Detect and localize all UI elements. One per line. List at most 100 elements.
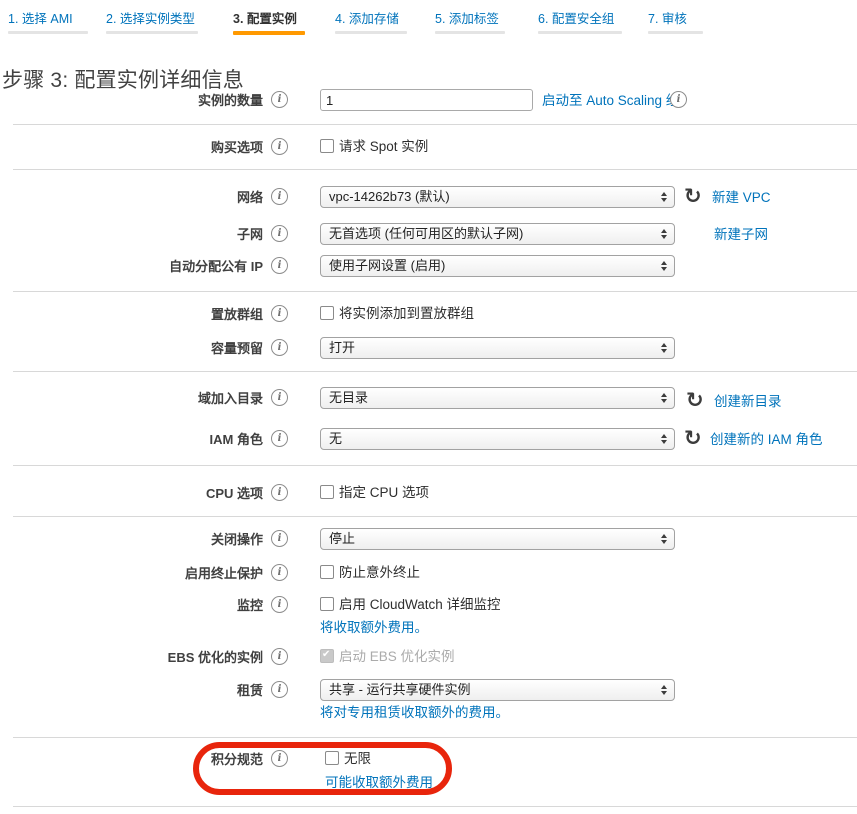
cpu-options-checkbox[interactable] xyxy=(320,485,334,499)
divider xyxy=(13,124,857,125)
cpu-options-checkbox-label[interactable]: 指定 CPU 选项 xyxy=(339,485,429,501)
chevron-updown-icon xyxy=(661,434,667,444)
tab-choose-ami[interactable]: 1. 选择 AMI xyxy=(8,8,88,36)
divider xyxy=(13,465,857,466)
subnet-label: 子网 xyxy=(0,227,263,243)
info-icon[interactable] xyxy=(271,484,288,501)
info-icon[interactable] xyxy=(271,681,288,698)
tab-label: 1. 选择 AMI xyxy=(8,8,88,27)
launch-into-auto-scaling-link[interactable]: 启动至 Auto Scaling 组 xyxy=(542,93,679,109)
info-icon[interactable] xyxy=(271,596,288,613)
shutdown-behavior-select[interactable]: 停止 xyxy=(320,528,675,550)
tab-underline xyxy=(648,31,703,34)
shutdown-behavior-select-value: 停止 xyxy=(329,531,355,546)
chevron-updown-icon xyxy=(661,229,667,239)
auto-assign-ip-select[interactable]: 使用子网设置 (启用) xyxy=(320,255,675,277)
info-icon[interactable] xyxy=(271,648,288,665)
info-icon[interactable] xyxy=(271,91,288,108)
info-icon[interactable] xyxy=(271,188,288,205)
purchase-option-label: 购买选项 xyxy=(0,140,263,156)
info-icon[interactable] xyxy=(271,138,288,155)
tab-add-storage[interactable]: 4. 添加存储 xyxy=(335,8,407,36)
network-label: 网络 xyxy=(0,190,263,206)
tab-label: 7. 审核 xyxy=(648,8,703,27)
credit-specification-label: 积分规范 xyxy=(0,752,263,768)
tenancy-select[interactable]: 共享 - 运行共享硬件实例 xyxy=(320,679,675,701)
cpu-options-label: CPU 选项 xyxy=(0,486,263,502)
monitoring-fee-note: 将收取额外费用。 xyxy=(320,620,428,636)
info-icon[interactable] xyxy=(271,389,288,406)
refresh-icon[interactable]: ↻ xyxy=(686,391,704,409)
tab-choose-instance-type[interactable]: 2. 选择实例类型 xyxy=(106,8,198,36)
unlimited-checkbox[interactable] xyxy=(325,751,339,765)
iam-role-select[interactable]: 无 xyxy=(320,428,675,450)
create-new-vpc-link[interactable]: 新建 VPC xyxy=(712,190,771,206)
network-select[interactable]: vpc-14262b73 (默认) xyxy=(320,186,675,208)
termination-protection-checkbox[interactable] xyxy=(320,565,334,579)
capacity-reservation-label: 容量预留 xyxy=(0,341,263,357)
ebs-optimized-label: EBS 优化的实例 xyxy=(0,650,263,666)
chevron-updown-icon xyxy=(661,192,667,202)
info-icon[interactable] xyxy=(271,430,288,447)
placement-group-checkbox-label[interactable]: 将实例添加到置放群组 xyxy=(339,306,474,322)
info-icon[interactable] xyxy=(271,257,288,274)
info-icon[interactable] xyxy=(271,339,288,356)
monitoring-label: 监控 xyxy=(0,598,263,614)
tab-configure-instance[interactable]: 3. 配置实例 xyxy=(233,8,305,36)
info-icon[interactable] xyxy=(670,91,687,108)
subnet-select[interactable]: 无首选项 (任何可用区的默认子网) xyxy=(320,223,675,245)
instance-count-input[interactable] xyxy=(320,89,533,111)
tab-configure-security-group[interactable]: 6. 配置安全组 xyxy=(538,8,622,36)
monitoring-checkbox[interactable] xyxy=(320,597,334,611)
info-icon[interactable] xyxy=(271,530,288,547)
placement-group-label: 置放群组 xyxy=(0,307,263,323)
tab-label: 4. 添加存储 xyxy=(335,8,407,27)
info-icon[interactable] xyxy=(271,305,288,322)
divider xyxy=(13,516,857,517)
tab-underline xyxy=(435,31,505,34)
chevron-updown-icon xyxy=(661,534,667,544)
tab-label: 6. 配置安全组 xyxy=(538,8,622,27)
tab-underline xyxy=(335,31,407,34)
termination-protection-checkbox-label[interactable]: 防止意外终止 xyxy=(339,565,420,581)
refresh-icon[interactable]: ↻ xyxy=(684,429,702,447)
tab-add-tags[interactable]: 5. 添加标签 xyxy=(435,8,505,36)
create-new-subnet-link[interactable]: 新建子网 xyxy=(714,227,768,243)
capacity-reservation-select-value: 打开 xyxy=(329,340,355,355)
monitoring-checkbox-label[interactable]: 启用 CloudWatch 详细监控 xyxy=(339,597,501,613)
network-select-value: vpc-14262b73 (默认) xyxy=(329,189,450,204)
divider xyxy=(13,371,857,372)
create-new-directory-link[interactable]: 创建新目录 xyxy=(714,394,782,410)
info-icon[interactable] xyxy=(271,225,288,242)
tenancy-select-value: 共享 - 运行共享硬件实例 xyxy=(329,682,471,697)
unlimited-checkbox-label[interactable]: 无限 xyxy=(344,751,371,767)
divider xyxy=(13,291,857,292)
request-spot-checkbox[interactable] xyxy=(320,139,334,153)
domain-join-select-value: 无目录 xyxy=(329,390,368,405)
divider xyxy=(13,737,857,738)
shutdown-behavior-label: 关闭操作 xyxy=(0,532,263,548)
tab-underline xyxy=(538,31,622,34)
tab-review[interactable]: 7. 审核 xyxy=(648,8,703,36)
domain-join-label: 域加入目录 xyxy=(0,391,263,407)
instance-count-label: 实例的数量 xyxy=(0,93,263,109)
info-icon[interactable] xyxy=(271,564,288,581)
tab-underline xyxy=(106,31,198,34)
chevron-updown-icon xyxy=(661,343,667,353)
domain-join-select[interactable]: 无目录 xyxy=(320,387,675,409)
termination-protection-label: 启用终止保护 xyxy=(0,566,263,582)
subnet-select-value: 无首选项 (任何可用区的默认子网) xyxy=(329,226,523,241)
placement-group-checkbox[interactable] xyxy=(320,306,334,320)
iam-role-label: IAM 角色 xyxy=(0,432,263,448)
create-new-iam-role-link[interactable]: 创建新的 IAM 角色 xyxy=(710,432,823,448)
capacity-reservation-select[interactable]: 打开 xyxy=(320,337,675,359)
tab-label: 2. 选择实例类型 xyxy=(106,8,198,27)
tab-label: 3. 配置实例 xyxy=(233,8,305,27)
divider xyxy=(13,169,857,170)
credit-fee-note: 可能收取额外费用 xyxy=(325,775,433,791)
refresh-icon[interactable]: ↻ xyxy=(684,187,702,205)
chevron-updown-icon xyxy=(661,261,667,271)
info-icon[interactable] xyxy=(271,750,288,767)
request-spot-checkbox-label[interactable]: 请求 Spot 实例 xyxy=(339,139,428,155)
tenancy-label: 租赁 xyxy=(0,683,263,699)
